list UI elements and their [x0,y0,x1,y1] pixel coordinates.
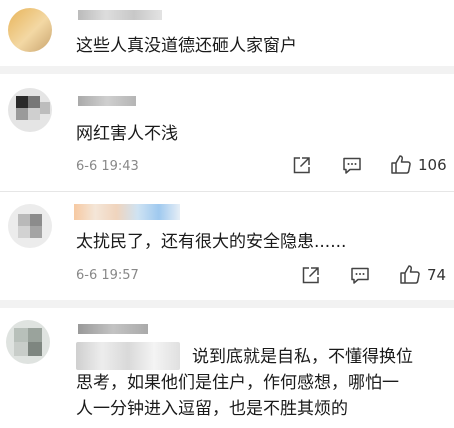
comment-item-3: 太扰民了，还有很大的安全隐患...... 6-6 19:57 74 [0,192,454,308]
comment-time: 6-6 19:57 [76,268,139,283]
reply-button[interactable] [350,266,370,285]
username-blurred [74,204,180,220]
comment-icon [343,157,361,174]
divider [0,300,454,308]
thumbs-up-icon [400,265,420,284]
comment-text-line-1: 说到底就是自私，不懂得换位 [192,347,413,367]
divider [0,66,454,74]
comment-text: 太扰民了，还有很大的安全隐患...... [76,232,347,252]
share-icon [293,157,310,174]
avatar[interactable] [8,88,52,132]
thumbs-up-icon [391,155,411,174]
comment-time: 6-6 19:43 [76,159,139,174]
comment-item-1: 这些人真没道德还砸人家窗户 [0,0,454,66]
comment-item-4: 说到底就是自私，不懂得换位 思考，如果他们是住户，作何感想，哪怕一 人一分钟进入… [0,308,454,428]
username-blurred [78,96,136,106]
username-blurred [78,324,148,334]
like-count: 106 [418,155,447,174]
like-button[interactable]: 74 [399,264,446,285]
like-button[interactable]: 106 [390,154,447,175]
avatar[interactable] [8,204,52,248]
share-icon [302,267,319,284]
comment-text: 这些人真没道德还砸人家窗户 [76,36,297,56]
image-blurred [76,342,180,370]
share-button[interactable] [301,266,320,285]
username-blurred [78,10,162,20]
comment-text: 网红害人不浅 [76,124,178,144]
comment-item-2: 网红害人不浅 6-6 19:43 106 [0,74,454,191]
comment-icon [351,267,369,284]
comment-text-line-2: 思考，如果他们是住户，作何感想，哪怕一 [76,373,399,393]
share-button[interactable] [292,156,311,175]
avatar[interactable] [8,8,52,52]
avatar[interactable] [6,320,50,364]
comment-text-line-3: 人一分钟进入逗留，也是不胜其烦的 [76,399,348,419]
reply-button[interactable] [342,156,362,175]
like-count: 74 [427,265,447,284]
